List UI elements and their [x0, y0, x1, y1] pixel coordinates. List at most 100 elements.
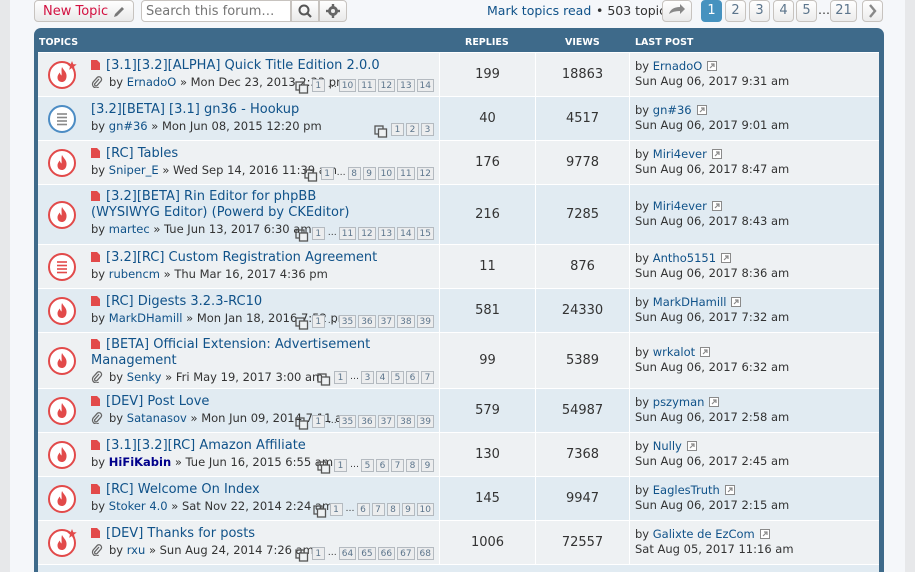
topic-title-link[interactable]: [DEV] Post Love [91, 394, 209, 409]
topic-page-button[interactable]: 3 [361, 371, 374, 384]
topic-author-link[interactable]: rxu [127, 543, 146, 557]
topic-page-button[interactable]: 66 [377, 547, 396, 560]
topic-page-button[interactable]: 9 [362, 167, 376, 180]
topic-title-link[interactable]: [RC] Tables [91, 146, 178, 161]
last-post-user-link[interactable]: EaglesTruth [653, 483, 720, 497]
topic-page-button[interactable]: 7 [371, 503, 385, 516]
topic-author-link[interactable]: Stoker 4.0 [109, 499, 168, 513]
topic-page-button[interactable]: 35 [338, 315, 357, 328]
unread-post-icon[interactable] [91, 395, 100, 406]
topic-page-button[interactable]: 35 [338, 415, 357, 428]
topic-author-link[interactable]: Satanasov [127, 411, 187, 425]
topic-page-button[interactable]: 1 [334, 371, 347, 384]
goto-last-post-icon[interactable] [721, 252, 732, 263]
topic-page-button[interactable]: 12 [416, 167, 434, 180]
topic-page-button[interactable]: 36 [358, 415, 376, 428]
topic-title-link[interactable]: [3.2][BETA] [3.1] gn36 - Hookup [91, 102, 299, 117]
topic-title-link[interactable]: [RC] Welcome On Index [91, 482, 260, 497]
topic-page-button[interactable]: 2 [406, 123, 419, 136]
goto-last-post-icon[interactable] [686, 440, 697, 451]
topic-page-button[interactable]: 10 [338, 79, 357, 92]
new-topic-button[interactable]: New Topic [34, 0, 134, 22]
topic-author-link[interactable]: HiFiKabin [109, 455, 171, 469]
topic-page-button[interactable]: 38 [397, 315, 415, 328]
topic-page-button[interactable]: 5 [391, 371, 404, 384]
search-input[interactable] [141, 0, 291, 22]
advanced-search-button[interactable] [319, 0, 347, 22]
topic-page-button[interactable]: 1 [329, 503, 343, 516]
topic-page-button[interactable]: 1 [311, 315, 325, 328]
goto-last-post-icon[interactable] [696, 104, 707, 115]
topic-page-button[interactable]: 65 [358, 547, 376, 560]
topic-page-button[interactable]: 64 [338, 547, 357, 560]
topic-page-button[interactable]: 8 [386, 503, 400, 516]
goto-last-post-icon[interactable] [700, 346, 711, 357]
page-5-button[interactable]: 5 [796, 0, 817, 22]
last-post-user-link[interactable]: MarkDHamill [653, 295, 727, 309]
unread-post-icon[interactable] [91, 59, 100, 70]
topic-page-button[interactable]: 15 [416, 227, 434, 240]
goto-last-post-icon[interactable] [709, 396, 720, 407]
topic-title-link[interactable]: [3.1][3.2][ALPHA] Quick Title Edition 2.… [91, 58, 380, 73]
topic-page-button[interactable]: 11 [358, 79, 376, 92]
topic-page-button[interactable]: 6 [356, 503, 370, 516]
topic-page-button[interactable]: 13 [377, 227, 396, 240]
unread-post-icon[interactable] [91, 295, 100, 306]
last-post-user-link[interactable]: Miri4ever [653, 199, 707, 213]
mark-topics-read-link[interactable]: Mark topics read [487, 3, 591, 18]
topic-page-button[interactable]: 68 [416, 547, 434, 560]
topic-page-button[interactable]: 37 [377, 415, 396, 428]
topic-page-button[interactable]: 36 [358, 315, 376, 328]
unread-post-icon[interactable] [91, 251, 100, 262]
topic-page-button[interactable]: 6 [406, 371, 419, 384]
topic-page-button[interactable]: 8 [347, 167, 361, 180]
topic-page-button[interactable]: 1 [334, 459, 347, 472]
topic-page-button[interactable]: 5 [361, 459, 374, 472]
jump-to-page-button[interactable] [662, 0, 692, 22]
topic-page-button[interactable]: 10 [416, 503, 434, 516]
unread-post-icon[interactable] [91, 439, 100, 450]
topic-page-button[interactable]: 8 [406, 459, 419, 472]
page-1-button[interactable]: 1 [701, 0, 722, 22]
last-post-user-link[interactable]: Galixte de EzCom [653, 527, 755, 541]
topic-page-button[interactable]: 9 [421, 459, 434, 472]
topic-title-link[interactable]: [3.2][RC] Custom Registration Agreement [91, 250, 377, 265]
goto-last-post-icon[interactable] [711, 200, 722, 211]
topic-title-link[interactable]: [DEV] Thanks for posts [91, 526, 255, 541]
topic-page-button[interactable]: 1 [311, 547, 325, 560]
topic-page-button[interactable]: 12 [358, 227, 376, 240]
unread-post-icon[interactable] [91, 483, 100, 494]
topic-page-button[interactable]: 39 [416, 415, 434, 428]
last-post-user-link[interactable]: gn#36 [653, 103, 692, 117]
goto-last-post-icon[interactable] [759, 528, 770, 539]
topic-page-button[interactable]: 1 [311, 415, 325, 428]
topic-author-link[interactable]: Senky [127, 370, 162, 384]
topic-author-link[interactable]: ErnadoO [127, 75, 177, 89]
last-post-user-link[interactable]: ErnadoO [653, 59, 703, 73]
topic-author-link[interactable]: gn#36 [109, 119, 148, 133]
topic-page-button[interactable]: 38 [397, 415, 415, 428]
topic-page-button[interactable]: 1 [320, 167, 334, 180]
unread-post-icon[interactable] [91, 338, 100, 349]
unread-post-icon[interactable] [91, 190, 100, 201]
topic-title-link[interactable]: [RC] Digests 3.2.3-RC10 [91, 294, 262, 309]
topic-title-link[interactable]: [3.1][3.2][RC] Amazon Affiliate [91, 438, 306, 453]
topic-page-button[interactable]: 6 [376, 459, 389, 472]
next-page-button[interactable] [862, 0, 883, 22]
search-button[interactable] [291, 0, 319, 22]
last-post-user-link[interactable]: Miri4ever [653, 147, 707, 161]
topic-title-link[interactable]: [BETA] Official Extension: Advertisement… [91, 337, 381, 369]
last-post-user-link[interactable]: pszyman [653, 395, 705, 409]
topic-page-button[interactable]: 11 [397, 167, 415, 180]
goto-last-post-icon[interactable] [731, 296, 742, 307]
topic-page-button[interactable]: 14 [397, 227, 415, 240]
topic-page-button[interactable]: 12 [377, 79, 396, 92]
topic-page-button[interactable]: 1 [311, 79, 325, 92]
goto-last-post-icon[interactable] [724, 484, 735, 495]
page-last-button[interactable]: 21 [830, 0, 857, 22]
topic-author-link[interactable]: rubencm [109, 267, 160, 281]
unread-post-icon[interactable] [91, 147, 100, 158]
topic-page-button[interactable]: 1 [311, 227, 325, 240]
topic-author-link[interactable]: MarkDHamill [109, 311, 183, 325]
topic-page-button[interactable]: 7 [391, 459, 404, 472]
